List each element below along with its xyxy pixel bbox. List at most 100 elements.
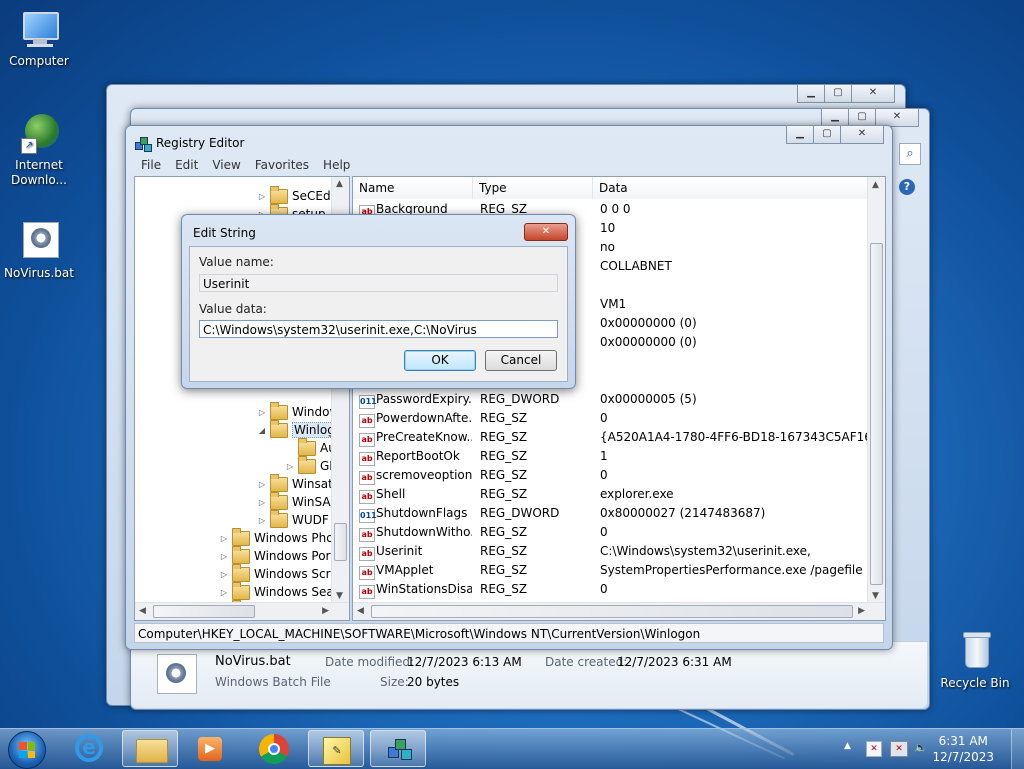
value-data: C:\Windows\system32\userinit.exe,	[600, 544, 811, 558]
scroll-thumb[interactable]	[334, 523, 347, 561]
menu-file[interactable]: File	[134, 158, 168, 172]
taskbar-windows-explorer[interactable]	[122, 730, 178, 767]
taskbar-internet-explorer[interactable]: e	[62, 730, 118, 767]
scroll-down-arrow[interactable]: ▼	[336, 591, 343, 601]
scroll-thumb[interactable]	[870, 243, 883, 585]
tree-node[interactable]: ◢ Winlog	[257, 419, 337, 439]
column-header-type[interactable]: Type	[473, 177, 593, 199]
menu-view[interactable]: View	[205, 158, 247, 172]
value-row[interactable]: ab Shell REG_SZ explorer.exe	[353, 487, 868, 506]
tree-node[interactable]: ▷ Windows Scrip	[219, 563, 341, 583]
tree-node[interactable]: ▷ Windov	[257, 401, 337, 421]
start-button[interactable]	[8, 731, 46, 769]
expand-toggle-icon[interactable]: ▷	[257, 516, 267, 525]
tree-node-label: Windows Port	[254, 549, 336, 563]
menu-favorites[interactable]: Favorites	[248, 158, 316, 172]
desktop-icon-novirus-bat[interactable]: NoVirus.bat	[4, 220, 74, 281]
scroll-up-arrow[interactable]: ▲	[872, 180, 879, 190]
close-button[interactable]: ✕	[851, 84, 895, 103]
date-created-label: Date created:	[545, 655, 628, 669]
column-header-data[interactable]: Data	[593, 177, 870, 199]
expand-toggle-icon[interactable]: ▷	[219, 552, 229, 561]
value-data: 0x00000000 (0)	[600, 316, 697, 330]
desktop-icon-internet-download-manager[interactable]: ↗ Internet Downlo...	[4, 112, 74, 188]
expand-toggle-icon[interactable]: ▷	[257, 498, 267, 507]
value-data: 10	[600, 221, 616, 235]
expand-toggle-icon[interactable]: ▷	[219, 534, 229, 543]
show-desktop-button[interactable]	[1011, 729, 1024, 769]
minimize-button[interactable]: ▁	[797, 84, 825, 103]
expand-toggle-icon[interactable]: ▷	[219, 588, 229, 597]
tree-node[interactable]: ▷ Windows Port	[219, 545, 336, 565]
desktop-icon-computer[interactable]: Computer	[4, 8, 74, 69]
value-row[interactable]: ab VMApplet REG_SZ SystemPropertiesPerforma…	[353, 563, 868, 582]
system-clock[interactable]: 6:31 AM 12/7/2023	[932, 733, 994, 765]
tree-node[interactable]: ▷ Windows Phot	[219, 527, 338, 547]
value-row[interactable]: 011 PasswordExpiry... REG_DWORD 0x00000005 …	[353, 392, 868, 411]
scroll-right-arrow[interactable]: ▶	[322, 606, 329, 616]
close-button[interactable]: ✕	[840, 125, 884, 144]
value-row[interactable]: ab ShutdownWitho... REG_SZ 0	[353, 525, 868, 544]
tree-node[interactable]: ▷ WUDF	[257, 509, 329, 529]
details-pane: NoVirus.bat Windows Batch File Date modi…	[131, 641, 927, 708]
expand-toggle-icon[interactable]: ◢	[257, 426, 267, 435]
tree-node[interactable]: ▷ Windows Sear	[219, 581, 339, 601]
tree-node[interactable]: ▷ Winsat	[257, 473, 333, 493]
value-row[interactable]: ab PowerdownAfte... REG_SZ 0	[353, 411, 868, 430]
maximize-button[interactable]: ▢	[813, 125, 841, 144]
scroll-left-arrow[interactable]: ◀	[357, 606, 364, 616]
scroll-up-arrow[interactable]: ▲	[336, 179, 343, 189]
scroll-down-arrow[interactable]: ▼	[872, 591, 879, 601]
value-data-input[interactable]: C:\Windows\system32\userinit.exe,C:\NoVi…	[199, 320, 558, 338]
taskbar-media-player[interactable]: ▶	[182, 730, 238, 767]
tree-node-label: SeCEdi	[292, 189, 334, 203]
taskbar-chrome[interactable]	[246, 730, 302, 767]
taskbar-registry-editor[interactable]	[370, 730, 426, 767]
tree-node[interactable]: ▷ SeCEdi	[257, 185, 334, 205]
value-data-label: Value data:	[199, 302, 267, 316]
value-row[interactable]: ab ReportBootOk REG_SZ 1	[353, 449, 868, 468]
value-row[interactable]: 011 ShutdownFlags REG_DWORD 0x80000027 (214…	[353, 506, 868, 525]
minimize-button[interactable]: ▁	[786, 125, 814, 144]
desktop-icon-recycle-bin[interactable]: Recycle Bin	[940, 630, 1010, 691]
cancel-button[interactable]: Cancel	[485, 350, 557, 371]
list-vertical-scrollbar[interactable]: ▲ ▼	[867, 177, 885, 603]
expand-toggle-icon[interactable]: ▷	[257, 408, 267, 417]
show-hidden-icons-button[interactable]: ▲	[844, 741, 851, 751]
tree-node[interactable]: ▷ WinSA	[257, 491, 331, 511]
value-row[interactable]: ab scremoveoption REG_SZ 0	[353, 468, 868, 487]
string-value-icon: ab	[359, 433, 375, 447]
menu-help[interactable]: Help	[316, 158, 357, 172]
value-data: 0x80000027 (2147483687)	[600, 506, 766, 520]
value-row[interactable]: abWinStationsDisa... REG_SZ 0	[353, 582, 868, 601]
help-button[interactable]: ?	[899, 179, 915, 195]
window-controls: ▁ ▢ ✕	[786, 125, 884, 144]
volume-icon[interactable]: 🔈	[914, 741, 930, 755]
network-icon[interactable]: ✕	[890, 741, 908, 757]
expand-toggle-icon[interactable]: ▷	[285, 462, 295, 471]
value-row[interactable]: ab Userinit REG_SZ C:\Windows\system32\user…	[353, 544, 868, 563]
search-button[interactable]: ⌕	[899, 143, 921, 165]
scroll-left-arrow[interactable]: ◀	[139, 606, 146, 616]
list-horizontal-scrollbar[interactable]: ◀ ▶	[353, 602, 885, 620]
ok-button[interactable]: OK	[404, 350, 476, 371]
menu-edit[interactable]: Edit	[168, 158, 205, 172]
value-name: Shell	[376, 487, 406, 501]
column-header-name[interactable]: Name	[353, 177, 473, 199]
value-data: no	[600, 240, 615, 254]
scroll-right-arrow[interactable]: ▶	[858, 606, 865, 616]
dialog-close-button[interactable]: ✕	[524, 223, 568, 241]
taskbar-batch-editor[interactable]: ✎	[308, 730, 364, 767]
expand-toggle-icon[interactable]: ▷	[257, 192, 267, 201]
value-row[interactable]: ab PreCreateKnow... REG_SZ {A520A1A4-1780-4…	[353, 430, 880, 449]
edit-string-dialog[interactable]: Edit String ✕ Value name: Userinit Value…	[181, 214, 576, 389]
expand-toggle-icon[interactable]: ▷	[257, 480, 267, 489]
tree-horizontal-scrollbar[interactable]: ◀ ▶	[135, 602, 349, 620]
desktop-icon-label: Computer	[9, 54, 69, 68]
maximize-button[interactable]: ▢	[824, 84, 852, 103]
scroll-thumb[interactable]	[153, 605, 255, 618]
expand-toggle-icon[interactable]: ▷	[219, 570, 229, 579]
action-center-icon[interactable]: ✕	[866, 741, 882, 757]
scroll-thumb[interactable]	[371, 605, 853, 618]
value-data: 0x00000005 (5)	[600, 392, 697, 406]
